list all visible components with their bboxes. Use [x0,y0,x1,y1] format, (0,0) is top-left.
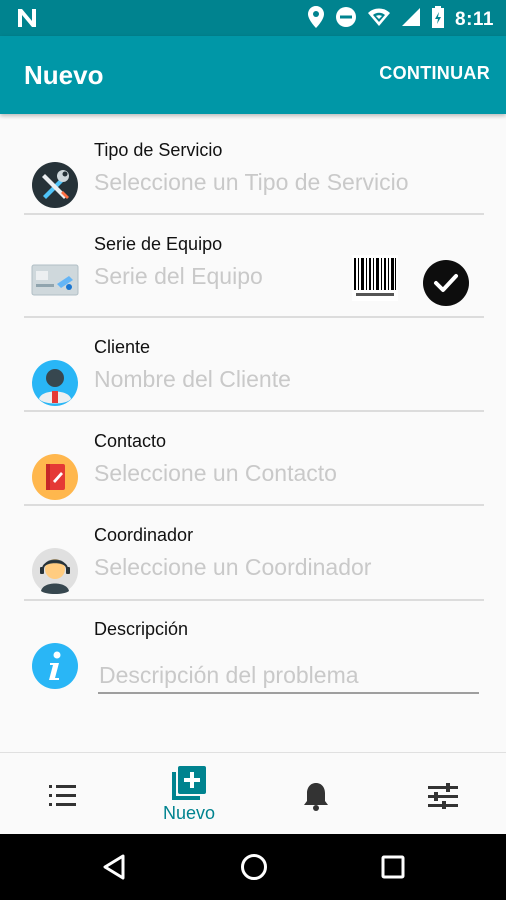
sliders-icon [428,783,458,814]
cliente-label: Cliente [94,337,151,357]
tipo-servicio-input[interactable]: Seleccione un Tipo de Servicio [94,169,409,196]
check-icon[interactable] [423,260,469,306]
serie-equipo-label: Serie de Equipo [94,234,223,254]
bell-icon [303,781,329,816]
page-title: Nuevo [24,60,104,90]
recents-icon[interactable] [381,855,405,884]
nav-notifications[interactable] [253,753,379,835]
serie-equipo-input[interactable]: Serie del Equipo [94,263,263,290]
nav-list[interactable] [0,753,126,835]
tipo-servicio-label: Tipo de Servicio [94,140,223,160]
contacto-label: Contacto [94,431,167,451]
continue-button[interactable]: CONTINUAR [379,63,490,84]
nav-settings[interactable] [380,753,506,835]
nav-nuevo[interactable]: Nuevo [126,753,252,835]
coordinator-avatar-icon [31,547,79,595]
bottom-navigation: Nuevo [0,752,506,834]
signal-icon [401,7,421,32]
app-notification-icon [16,7,38,34]
client-avatar-icon [31,359,79,407]
info-icon [31,642,79,690]
wifi-icon [367,7,391,32]
list-numbered-icon [49,783,77,814]
status-bar: 8:11 [0,0,506,36]
back-icon[interactable] [101,854,127,885]
clock: 8:11 [455,8,494,30]
battery-icon [431,6,445,33]
descripcion-label: Descripción [94,619,189,639]
system-navigation-bar [0,834,506,900]
descripcion-input-underline [98,692,479,694]
divider [24,316,484,318]
divider [24,599,484,601]
coordinador-input[interactable]: Seleccione un Coordinador [94,554,371,581]
divider [24,410,484,412]
location-icon [307,5,325,34]
contact-book-icon [31,453,79,501]
nav-nuevo-label: Nuevo [162,803,216,823]
descripcion-input[interactable]: Descripción del problema [99,662,359,689]
equipment-card-icon [31,256,79,304]
barcode-scan-icon[interactable] [352,255,398,301]
contacto-input[interactable]: Seleccione un Contacto [94,460,337,487]
tools-icon [31,161,79,209]
do-not-disturb-icon [335,6,357,33]
coordinador-label: Coordinador [94,525,194,545]
cliente-input[interactable]: Nombre del Cliente [94,366,291,393]
divider [24,213,484,215]
add-box-icon [172,766,206,805]
app-bar: Nuevo CONTINUAR [0,36,506,114]
divider [24,504,484,506]
home-icon[interactable] [240,853,268,886]
